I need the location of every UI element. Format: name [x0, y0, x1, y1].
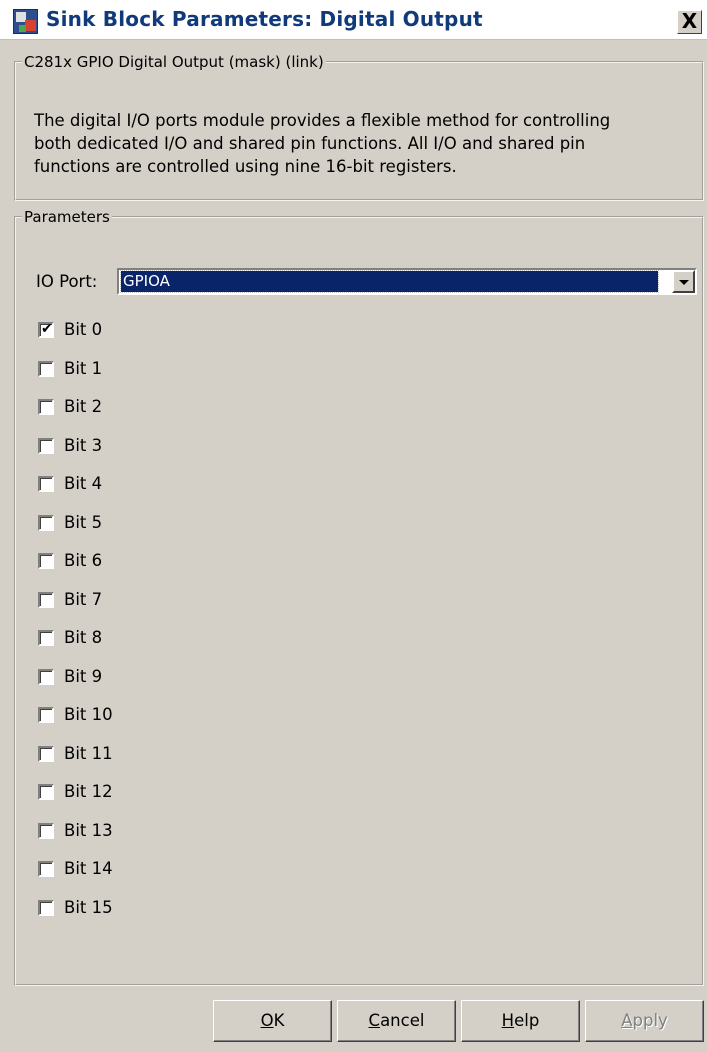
bit-5-label: Bit 5 — [64, 512, 103, 532]
bit-0-label: Bit 0 — [64, 320, 103, 339]
bit-2-row[interactable]: Bit 2 — [38, 396, 238, 418]
bit-13-checkbox[interactable] — [38, 822, 54, 839]
bit-8-checkbox[interactable] — [38, 630, 54, 646]
bit-6-checkbox[interactable] — [38, 553, 54, 569]
bit-5-checkbox[interactable] — [38, 514, 54, 531]
description-line: The digital I/O ports module provides a … — [34, 111, 611, 130]
bit-13-label: Bit 13 — [64, 820, 113, 840]
bit-9-checkbox[interactable] — [38, 668, 54, 685]
ok-button[interactable]: OK — [213, 1000, 332, 1042]
bit-15-checkbox[interactable] — [38, 899, 54, 916]
bit-14-row[interactable]: Bit 14 — [38, 858, 238, 880]
bit-9-label: Bit 9 — [64, 666, 103, 686]
description-line: functions are controlled using nine 16-b… — [34, 157, 457, 176]
bit-3-checkbox[interactable] — [38, 437, 54, 454]
bit-8-row[interactable]: Bit 8 — [38, 627, 238, 649]
cancel-button[interactable]: Cancel — [337, 1000, 456, 1042]
description-line: both dedicated I/O and shared pin functi… — [34, 134, 586, 153]
bit-12-label: Bit 12 — [64, 782, 113, 801]
close-button[interactable]: X — [677, 10, 702, 34]
bit-15-row[interactable]: Bit 15 — [38, 897, 238, 919]
bit-7-label: Bit 7 — [64, 589, 103, 609]
bit-12-checkbox[interactable] — [38, 784, 54, 800]
bit-9-row[interactable]: Bit 9 — [38, 666, 238, 688]
io-port-select[interactable]: GPIOA — [117, 268, 697, 295]
bit-2-checkbox[interactable] — [38, 399, 54, 415]
bit-11-row[interactable]: Bit 11 — [38, 743, 238, 765]
parameters-group: Parameters IO Port: GPIOA Bit 0 Bit 1 Bit … — [14, 208, 704, 986]
bit-12-row[interactable]: Bit 12 — [38, 781, 238, 803]
bit-6-row[interactable]: Bit 6 — [38, 550, 238, 572]
help-button[interactable]: Help — [461, 1000, 580, 1042]
bit-3-label: Bit 3 — [64, 435, 103, 455]
mask-description-group: C281x GPIO Digital Output (mask) (link) … — [14, 53, 704, 201]
io-port-label: IO Port: — [36, 272, 98, 291]
bit-0-row[interactable]: Bit 0 — [38, 319, 238, 341]
bit-15-label: Bit 15 — [64, 897, 113, 917]
bit-5-row[interactable]: Bit 5 — [38, 512, 238, 534]
bit-1-row[interactable]: Bit 1 — [38, 358, 238, 380]
dropdown-arrow-icon[interactable] — [672, 270, 695, 293]
bit-4-label: Bit 4 — [64, 474, 103, 493]
bit-8-label: Bit 8 — [64, 628, 103, 647]
bit-4-row[interactable]: Bit 4 — [38, 473, 238, 495]
bit-14-label: Bit 14 — [64, 859, 113, 878]
io-port-selected-value[interactable]: GPIOA — [120, 270, 659, 293]
bit-11-label: Bit 11 — [64, 743, 113, 763]
mask-group-legend: C281x GPIO Digital Output (mask) (link) — [24, 53, 324, 71]
bit-11-checkbox[interactable] — [38, 745, 54, 762]
bit-1-label: Bit 1 — [64, 358, 103, 378]
apply-button[interactable]: Apply — [585, 1000, 704, 1042]
parameters-legend: Parameters — [24, 208, 110, 226]
bit-10-label: Bit 10 — [64, 705, 113, 724]
bit-10-checkbox[interactable] — [38, 707, 54, 723]
window-title: Sink Block Parameters: Digital Output — [46, 7, 483, 31]
bit-7-row[interactable]: Bit 7 — [38, 589, 238, 611]
bit-1-checkbox[interactable] — [38, 360, 54, 377]
bit-3-row[interactable]: Bit 3 — [38, 435, 238, 457]
bit-2-label: Bit 2 — [64, 397, 103, 416]
title-bar[interactable]: Sink Block Parameters: Digital Output X — [0, 0, 707, 40]
mask-description: The digital I/O ports module provides a … — [34, 109, 694, 178]
simulink-app-icon — [13, 9, 38, 34]
bit-7-checkbox[interactable] — [38, 591, 54, 608]
bit-14-checkbox[interactable] — [38, 861, 54, 877]
bit-6-label: Bit 6 — [64, 551, 103, 570]
bit-4-checkbox[interactable] — [38, 476, 54, 492]
bit-10-row[interactable]: Bit 10 — [38, 704, 238, 726]
bit-0-checkbox[interactable] — [38, 320, 54, 338]
bit-13-row[interactable]: Bit 13 — [38, 820, 238, 842]
